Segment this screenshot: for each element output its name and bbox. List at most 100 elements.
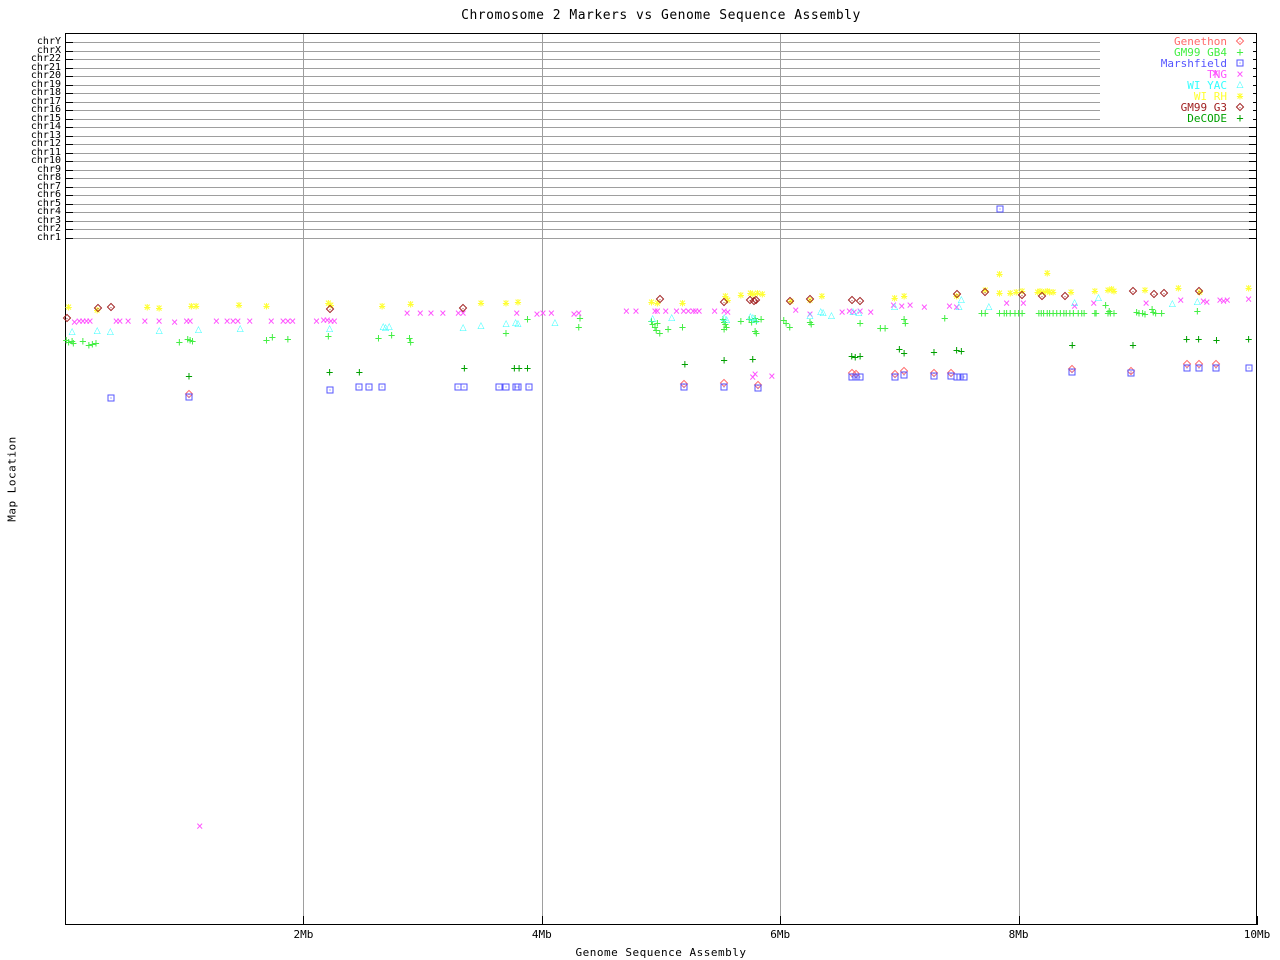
x-tick-label: 8Mb — [1008, 928, 1029, 941]
marker-glyph: △ — [106, 327, 114, 337]
marker-glyph: × — [246, 314, 254, 328]
marker-shape — [996, 205, 1004, 213]
marker-glyph: + — [1194, 332, 1203, 346]
marker-glyph: × — [124, 314, 132, 328]
y-tick-left — [66, 101, 73, 103]
y-tick-right — [1249, 127, 1256, 128]
marker-glyph: + — [1212, 333, 1221, 347]
marker-glyph: × — [439, 306, 447, 320]
marker-glyph: + — [460, 361, 468, 375]
marker-glyph: + — [1158, 306, 1166, 320]
marker-glyph: △ — [1168, 299, 1176, 309]
legend-item-wi_yac: WI YAC △ — [1100, 80, 1253, 91]
marker-glyph: × — [212, 314, 220, 328]
marker-glyph: + — [664, 322, 672, 336]
chromosome-row-line — [66, 118, 1256, 120]
y-tick-left — [66, 152, 73, 154]
marker-glyph: △ — [668, 313, 676, 323]
legend-item-decode: DeCODE + — [1100, 111, 1253, 125]
marker-shape — [1195, 364, 1203, 372]
marker-glyph: + — [1236, 45, 1244, 59]
marker-glyph: + — [930, 345, 938, 359]
y-tick-left — [66, 169, 73, 171]
marker-glyph: + — [523, 312, 532, 326]
marker-glyph: × — [737, 288, 745, 302]
marker-glyph: × — [891, 291, 899, 305]
marker-glyph: × — [378, 299, 386, 313]
marker-glyph: × — [678, 296, 687, 310]
marker-glyph: × — [116, 314, 124, 328]
marker-glyph: × — [192, 299, 200, 313]
x-tick-label: 10Mb — [1243, 928, 1271, 941]
marker-glyph: + — [175, 335, 184, 349]
marker-glyph: + — [1236, 111, 1244, 125]
legend-marker-icon: × — [1227, 67, 1253, 81]
marker-glyph: × — [539, 306, 547, 320]
marker-glyph: △ — [723, 315, 731, 325]
chromosome-row-line — [66, 93, 1256, 94]
marker-shape — [1245, 364, 1253, 372]
marker-glyph: × — [502, 296, 510, 310]
marker-shape — [1068, 368, 1076, 376]
chromosome-row-line — [66, 212, 1256, 213]
marker-glyph: × — [1174, 281, 1182, 295]
chromosome-row-line — [66, 50, 1256, 52]
marker-glyph: × — [1110, 284, 1118, 298]
x-gridline — [541, 34, 543, 924]
marker-glyph: × — [1141, 283, 1149, 297]
marker-shape — [495, 383, 503, 391]
marker-glyph: △ — [195, 325, 202, 335]
marker-shape — [1235, 36, 1245, 46]
marker-glyph: △ — [459, 323, 467, 333]
marker-glyph: × — [477, 296, 485, 310]
marker-glyph: × — [1236, 67, 1244, 81]
y-tick-left — [66, 84, 73, 86]
marker-glyph: △ — [1071, 298, 1079, 308]
marker-glyph: △ — [502, 319, 510, 329]
x-axis-title: Genome Sequence Assembly — [575, 946, 747, 959]
marker-glyph: + — [523, 361, 532, 375]
marker-glyph: × — [267, 314, 275, 328]
chromosome-row-line — [66, 195, 1256, 196]
marker-glyph: + — [355, 365, 364, 379]
marker-shape — [856, 373, 864, 381]
marker-shape — [326, 386, 334, 394]
marker-glyph: + — [737, 314, 745, 328]
y-tick-left — [66, 93, 73, 94]
marker-glyph: + — [681, 357, 689, 371]
marker-glyph: △ — [385, 322, 393, 332]
marker-glyph: × — [407, 297, 415, 311]
legend-marker-icon: + × — [1227, 90, 1253, 102]
marker-glyph: + — [407, 335, 415, 349]
marker-shape — [1127, 369, 1135, 377]
marker-shape — [680, 383, 688, 391]
marker-glyph: + — [901, 316, 909, 330]
plot-area — [65, 33, 1257, 925]
marker-glyph: + — [1245, 332, 1253, 346]
legend-item-tng: TNG × — [1100, 67, 1253, 81]
marker-glyph: △ — [326, 324, 334, 334]
marker-glyph: × — [143, 300, 151, 314]
marker-glyph: △ — [514, 319, 522, 329]
legend: Genethon GM99 GB4 + Marshfield TNG × WI YAC △ WI… — [1100, 36, 1253, 124]
marker-glyph: × — [751, 367, 759, 381]
chromosome-row-line — [66, 127, 1256, 128]
y-tick-left — [66, 237, 73, 239]
y-axis-title: Map Location — [5, 436, 19, 522]
marker-glyph: × — [186, 314, 194, 328]
x-tick — [1257, 916, 1258, 925]
marker-glyph: + — [856, 349, 864, 363]
marker-glyph: × — [632, 304, 640, 318]
marker-shape — [1236, 59, 1244, 67]
marker-shape — [185, 393, 193, 401]
legend-marker-icon: + — [1227, 111, 1253, 125]
marker-shape — [1212, 364, 1220, 372]
marker-glyph: △ — [155, 326, 163, 336]
marker-shape — [525, 383, 533, 391]
marker-glyph: + — [515, 361, 523, 375]
y-tick-left — [66, 212, 73, 213]
marker-glyph: + — [678, 320, 687, 334]
chromosome-row-line — [66, 101, 1256, 103]
marker-shape — [754, 384, 762, 392]
chart-title: Chromosome 2 Markers vs Genome Sequence … — [461, 8, 861, 23]
